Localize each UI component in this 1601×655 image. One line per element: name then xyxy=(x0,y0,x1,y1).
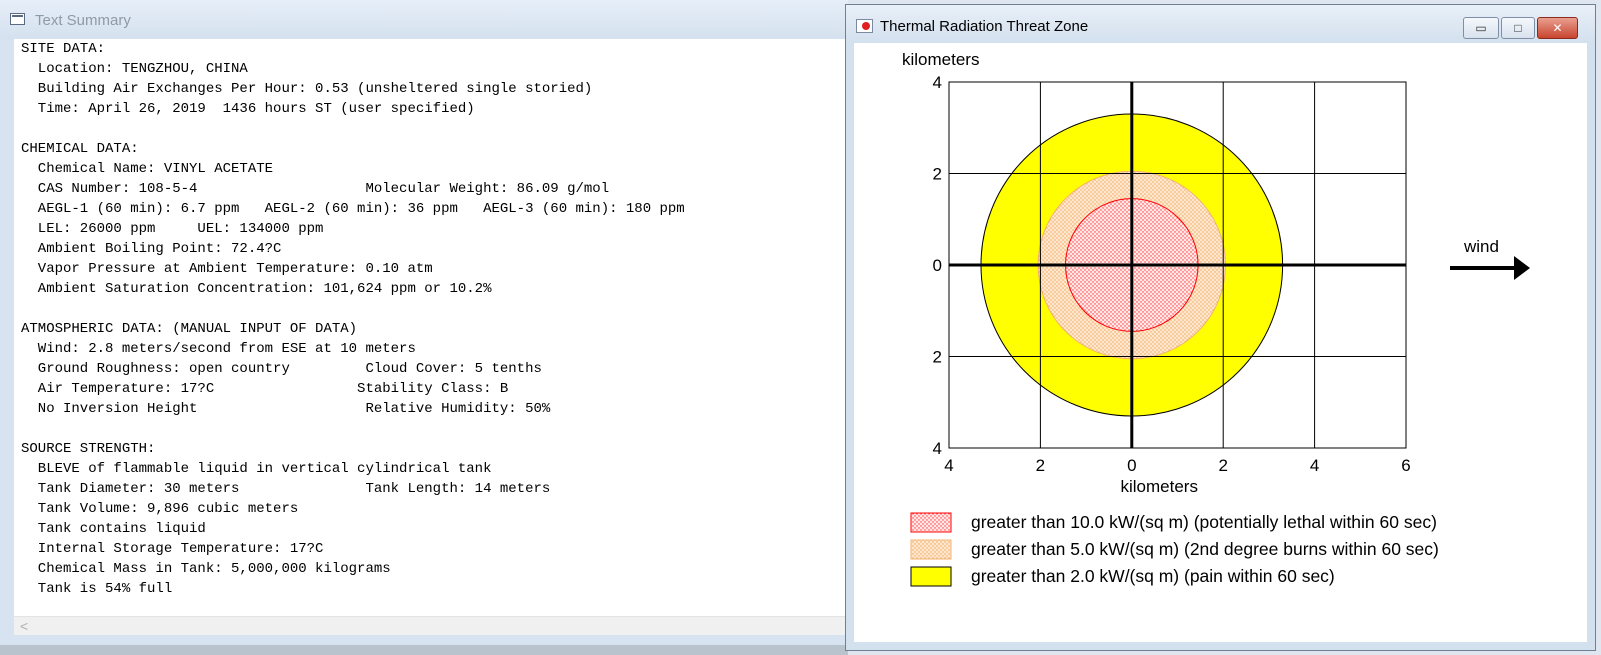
text-summary-title: Text Summary xyxy=(35,12,131,29)
legend-label-1: greater than 5.0 kW/(sq m) (2nd degree b… xyxy=(971,539,1439,559)
close-button[interactable]: ✕ xyxy=(1537,17,1578,39)
summary-line: LEL: 26000 ppm UEL: 134000 ppm xyxy=(21,221,324,237)
summary-line: SITE DATA: xyxy=(21,41,106,57)
minimize-button[interactable]: ▭ xyxy=(1463,17,1499,39)
summary-line: CAS Number: 108-5-4 Molecular Weight: 86… xyxy=(21,181,610,197)
summary-text: SITE DATA: Location: TENGZHOU, CHINA Bui… xyxy=(14,39,848,599)
summary-line: Location: TENGZHOU, CHINA xyxy=(21,61,248,77)
y-tick-label: 4 xyxy=(933,73,942,92)
wind-arrow-icon xyxy=(1514,256,1530,280)
x-tick-label: 0 xyxy=(1127,456,1136,475)
summary-line: AEGL-1 (60 min): 6.7 ppm AEGL-2 (60 min)… xyxy=(21,201,685,217)
summary-line: ATMOSPHERIC DATA: (MANUAL INPUT OF DATA) xyxy=(21,321,358,337)
summary-line: Tank is 54% full xyxy=(21,581,173,597)
x-tick-label: 4 xyxy=(1310,456,1319,475)
y-tick-label: 2 xyxy=(933,348,942,367)
summary-line: Tank contains liquid xyxy=(21,521,206,537)
maximize-button[interactable]: □ xyxy=(1501,17,1535,39)
summary-line: Building Air Exchanges Per Hour: 0.53 (u… xyxy=(21,81,593,97)
summary-line: Wind: 2.8 meters/second from ESE at 10 m… xyxy=(21,341,416,357)
horizontal-scrollbar[interactable]: < xyxy=(14,616,848,635)
scroll-left-arrow-icon[interactable]: < xyxy=(20,617,28,635)
summary-line: Tank Diameter: 30 meters Tank Length: 14… xyxy=(21,481,551,497)
x-tick-label: 2 xyxy=(1218,456,1227,475)
summary-line: Air Temperature: 17?C Stability Class: B xyxy=(21,381,509,397)
legend-swatch-2 xyxy=(910,566,952,587)
threat-zone-window: Thermal Radiation Threat Zone ▭ □ ✕ 4 2 0 2… xyxy=(845,4,1596,651)
summary-line: No Inversion Height Relative Humidity: 5… xyxy=(21,401,551,417)
summary-line: CHEMICAL DATA: xyxy=(21,141,139,157)
threat-zone-titlebar[interactable]: Thermal Radiation Threat Zone ▭ □ ✕ xyxy=(846,5,1595,43)
legend-label-0: greater than 10.0 kW/(sq m) (potentially… xyxy=(971,512,1437,532)
summary-line: Time: April 26, 2019 1436 hours ST (user… xyxy=(21,101,475,117)
summary-line: Ground Roughness: open country Cloud Cov… xyxy=(21,361,542,377)
y-axis-label: kilometers xyxy=(902,50,979,69)
summary-line: Ambient Saturation Concentration: 101,62… xyxy=(21,281,492,297)
legend-label-2: greater than 2.0 kW/(sq m) (pain within … xyxy=(971,566,1335,586)
summary-line: Chemical Name: VINYL ACETATE xyxy=(21,161,274,177)
x-tick-label: 4 xyxy=(944,456,953,475)
summary-line: Vapor Pressure at Ambient Temperature: 0… xyxy=(21,261,433,277)
y-tick-label: 2 xyxy=(933,165,942,184)
summary-line: BLEVE of flammable liquid in vertical cy… xyxy=(21,461,492,477)
y-tick-label: 0 xyxy=(933,256,942,275)
window-bottom-edge xyxy=(0,645,848,655)
x-axis-label: kilometers xyxy=(1120,477,1197,496)
text-summary-window: Text Summary SITE DATA: Location: TENGZH… xyxy=(0,0,848,655)
threat-zone-chart: 420244 2 0 2 4 6kilometerskilometerswindgreat… xyxy=(902,50,1530,587)
summary-line: Chemical Mass in Tank: 5,000,000 kilogra… xyxy=(21,561,391,577)
threat-zone-plot-area: 4 2 0 2 4 4 2 0 2 4 6 kilometers kilometers wind great… xyxy=(854,43,1587,642)
text-summary-titlebar[interactable]: Text Summary xyxy=(0,0,848,40)
threat-zone-app-icon xyxy=(856,19,873,33)
x-tick-label: 6 xyxy=(1401,456,1410,475)
summary-line: SOURCE STRENGTH: xyxy=(21,441,156,457)
legend-swatch-0 xyxy=(910,512,952,533)
wind-label: wind xyxy=(1463,237,1499,256)
x-tick-label: 2 xyxy=(1036,456,1045,475)
summary-line: Internal Storage Temperature: 17?C xyxy=(21,541,324,557)
threat-zone-title: Thermal Radiation Threat Zone xyxy=(880,18,1089,35)
summary-line: Ambient Boiling Point: 72.4?C xyxy=(21,241,282,257)
y-tick-label: 4 xyxy=(933,439,942,458)
summary-line: Tank Volume: 9,896 cubic meters xyxy=(21,501,299,517)
legend-swatch-1 xyxy=(910,539,952,560)
text-summary-panel[interactable]: SITE DATA: Location: TENGZHOU, CHINA Bui… xyxy=(14,39,848,616)
window-app-icon xyxy=(10,13,25,25)
